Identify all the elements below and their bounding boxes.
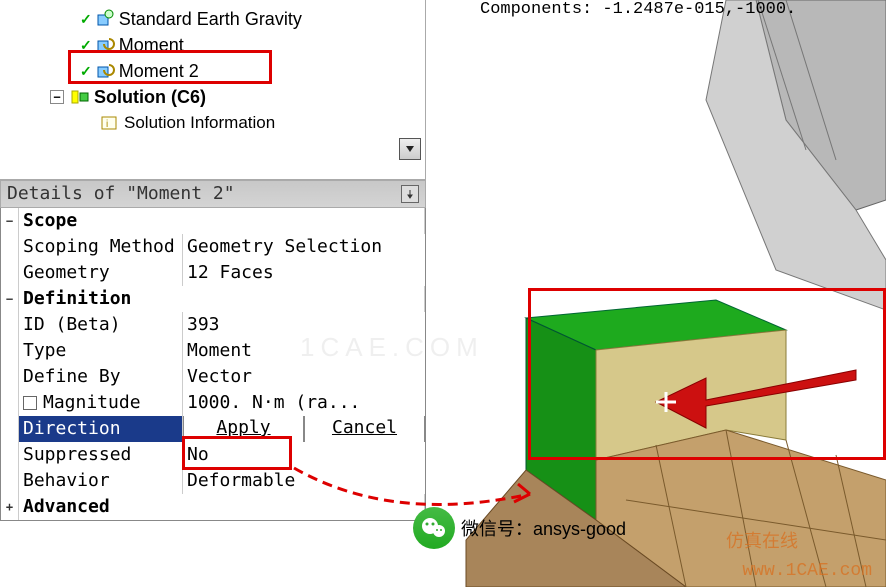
row-direction[interactable]: Direction Apply Cancel [1, 416, 425, 442]
panel-title-text: Details of "Moment 2" [7, 180, 235, 208]
prop-label: Suppressed [19, 442, 183, 468]
prop-label: Define By [19, 364, 183, 390]
watermark-cn: 仿真在线 [726, 527, 798, 553]
prop-value[interactable]: Geometry Selection [183, 234, 425, 260]
wechat-label: 微信号：ansys-good [461, 515, 626, 541]
check-icon: ✓ [80, 37, 92, 54]
cancel-button[interactable]: Cancel [304, 416, 425, 442]
tree-item-solution[interactable]: − Solution (C6) [0, 84, 425, 110]
watermark-url: www.1CAE.com [742, 561, 872, 581]
info-icon: i [100, 113, 120, 133]
prop-label: Scoping Method [19, 234, 183, 260]
components-readout: Components: -1.2487e-015,-1000. [480, 0, 796, 19]
apply-button[interactable]: Apply [183, 416, 304, 442]
check-icon: ✓ [80, 63, 92, 80]
tree-item-moment[interactable]: ✓ Moment [0, 32, 425, 58]
prop-value[interactable]: 1000. N·m (ra... [183, 390, 425, 416]
moment-icon [95, 61, 115, 81]
prop-label: Behavior [19, 468, 183, 494]
tree-label: Standard Earth Gravity [119, 9, 302, 30]
section-label: Definition [19, 286, 425, 312]
watermark: 1CAE.COM [300, 332, 484, 363]
row-magnitude[interactable]: Magnitude 1000. N·m (ra... [1, 390, 425, 416]
prop-value[interactable]: 12 Faces [183, 260, 425, 286]
tree-label: Moment [119, 35, 184, 56]
section-toggle[interactable]: + [1, 494, 19, 520]
section-label: Scope [19, 208, 425, 234]
row-behavior[interactable]: Behavior Deformable [1, 468, 425, 494]
moment-icon [95, 35, 115, 55]
prop-label: Geometry [19, 260, 183, 286]
tree-label: Moment 2 [119, 61, 199, 82]
tree-item-gravity[interactable]: ✓ Standard Earth Gravity [0, 6, 425, 32]
prop-value[interactable]: No [183, 442, 425, 468]
section-definition[interactable]: − Definition [1, 286, 425, 312]
section-label: Advanced [19, 494, 425, 520]
tree-label: Solution Information [124, 113, 275, 133]
load-icon [95, 9, 115, 29]
row-define-by[interactable]: Define By Vector [1, 364, 425, 390]
prop-label: Direction [19, 416, 183, 442]
model-scene [426, 0, 886, 587]
outline-tree[interactable]: ✓ Standard Earth Gravity ✓ Moment ✓ Mome… [0, 0, 426, 180]
prop-label: ID (Beta) [19, 312, 183, 338]
geometry-view[interactable] [426, 0, 886, 587]
details-panel-title: Details of "Moment 2" [0, 180, 426, 208]
section-scope[interactable]: − Scope [1, 208, 425, 234]
prop-value: Apply Cancel [183, 416, 425, 442]
section-toggle[interactable]: − [1, 286, 19, 312]
row-geometry[interactable]: Geometry 12 Faces [1, 260, 425, 286]
svg-text:i: i [106, 119, 108, 130]
collapse-toggle[interactable]: − [50, 90, 64, 104]
prop-value[interactable]: Vector [183, 364, 425, 390]
wechat-icon [413, 507, 455, 549]
tree-item-moment-2[interactable]: ✓ Moment 2 [0, 58, 425, 84]
section-toggle[interactable]: − [1, 208, 19, 234]
solution-icon [70, 87, 90, 107]
prop-value[interactable]: Deformable [183, 468, 425, 494]
tree-item-solution-info[interactable]: i Solution Information [0, 110, 425, 136]
row-suppressed[interactable]: Suppressed No [1, 442, 425, 468]
check-icon: ✓ [80, 11, 92, 28]
prop-label: Magnitude [19, 390, 183, 416]
wechat-badge: 微信号：ansys-good [413, 507, 626, 549]
tree-label: Solution (C6) [94, 87, 206, 108]
section-advanced[interactable]: + Advanced [1, 494, 425, 520]
details-grid[interactable]: − Scope Scoping Method Geometry Selectio… [0, 208, 426, 521]
pin-button[interactable] [401, 185, 419, 203]
checkbox[interactable] [23, 396, 37, 410]
scroll-down-button[interactable] [399, 138, 421, 160]
prop-label: Type [19, 338, 183, 364]
row-scoping-method[interactable]: Scoping Method Geometry Selection [1, 234, 425, 260]
